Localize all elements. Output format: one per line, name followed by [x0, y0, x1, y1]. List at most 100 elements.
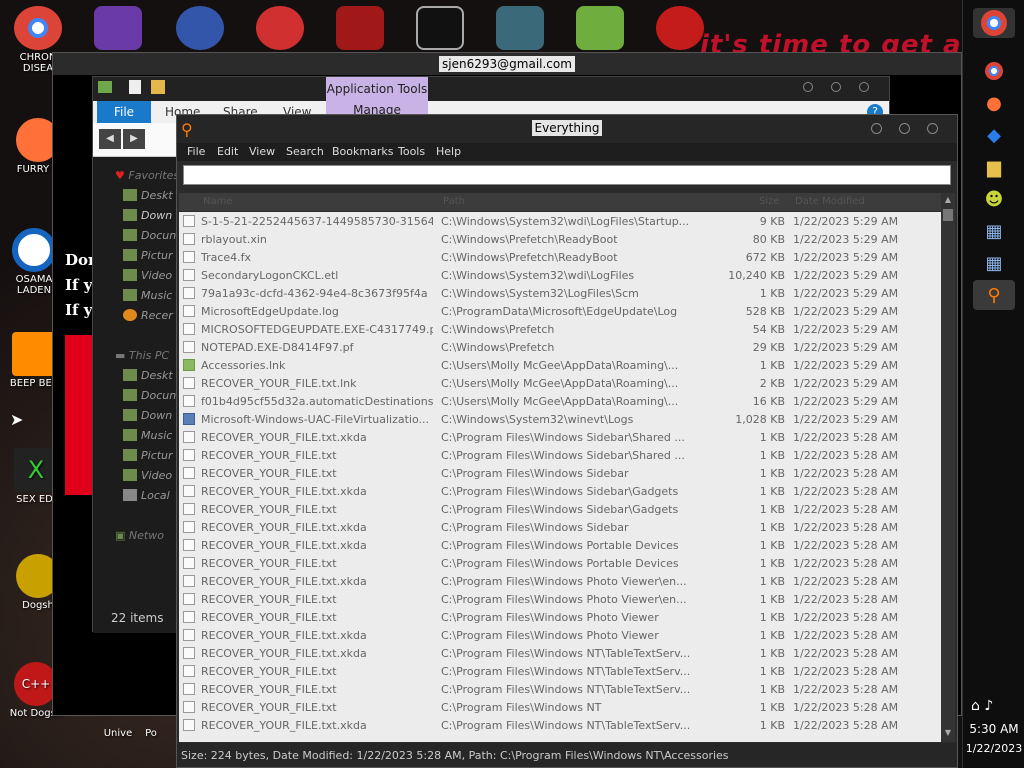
table-row[interactable]: RECOVER_YOUR_FILE.txt C:\Program Files\Wi…	[179, 500, 941, 518]
column-name[interactable]: Name	[203, 196, 233, 207]
table-row[interactable]: S-1-5-21-2252445637-1449585730-31564824.…	[179, 212, 941, 230]
volume-icon[interactable]: ♪	[984, 698, 993, 714]
nav-item-documents[interactable]: Docun	[123, 229, 176, 242]
tab-file[interactable]: File	[97, 101, 151, 123]
nav-item-local-disk[interactable]: Local	[123, 489, 170, 502]
table-row[interactable]: RECOVER_YOUR_FILE.txt C:\Program Files\Wi…	[179, 698, 941, 716]
forward-button[interactable]: ▶	[123, 129, 145, 149]
new-folder-icon[interactable]	[151, 80, 165, 94]
p-app-icon[interactable]	[256, 6, 304, 50]
network-icon[interactable]: ▦	[979, 216, 1009, 246]
table-row[interactable]: RECOVER_YOUR_FILE.txt.xkda C:\Program Fil…	[179, 716, 941, 734]
table-row[interactable]: rblayout.xin C:\Windows\Prefetch\ReadyBoo…	[179, 230, 941, 248]
cmd-icon[interactable]	[416, 6, 464, 50]
nav-item-downloads[interactable]: Down	[123, 409, 172, 422]
explorer-titlebar[interactable]	[93, 77, 889, 99]
menu-edit[interactable]: Edit	[217, 145, 238, 158]
red-emblem-icon[interactable]	[336, 6, 384, 50]
clock-date[interactable]: 1/22/2023	[963, 742, 1024, 755]
nav-item-music[interactable]: Music	[123, 289, 172, 302]
nav-item-desktop[interactable]: Deskt	[123, 189, 173, 202]
nav-this-pc[interactable]: ▬ This PC	[115, 349, 169, 362]
table-row[interactable]: RECOVER_YOUR_FILE.txt.xkda C:\Program Fil…	[179, 626, 941, 644]
outer-window-titlebar[interactable]: sjen6293@gmail.com	[53, 53, 961, 75]
game-icon[interactable]	[496, 6, 544, 50]
nav-item-downloads[interactable]: Down	[123, 209, 172, 222]
column-size[interactable]: Size	[759, 196, 780, 207]
vertical-scrollbar[interactable]: ▲ ▼	[941, 193, 955, 742]
close-button[interactable]	[927, 123, 938, 134]
network-tray-icon[interactable]: ⌂	[971, 698, 980, 714]
nav-item-pictures[interactable]: Pictur	[123, 449, 173, 462]
nav-item-recent[interactable]: Recer	[123, 309, 173, 322]
network-icon[interactable]: ▦	[979, 248, 1009, 278]
desktop-icon-po[interactable]: Po	[136, 728, 166, 739]
nav-item-music[interactable]: Music	[123, 429, 172, 442]
close-button[interactable]	[859, 82, 869, 92]
table-row[interactable]: MicrosoftEdgeUpdate.log C:\ProgramData\Mi…	[179, 302, 941, 320]
folder-icon[interactable]: ▆	[979, 152, 1009, 182]
edge-icon[interactable]: ◆	[979, 120, 1009, 150]
maximize-button[interactable]	[899, 123, 910, 134]
green-app-icon[interactable]: ☻	[979, 184, 1009, 214]
table-row[interactable]: RECOVER_YOUR_FILE.txt.xkda C:\Program Fil…	[179, 536, 941, 554]
table-row[interactable]: NOTEPAD.EXE-D8414F97.pf C:\Windows\Prefet…	[179, 338, 941, 356]
table-row[interactable]: 79a1a93c-dcfd-4362-94e4-8c3673f95f4a C:\W…	[179, 284, 941, 302]
table-row[interactable]: RECOVER_YOUR_FILE.txt C:\Program Files\Wi…	[179, 464, 941, 482]
menu-file[interactable]: File	[187, 145, 205, 158]
nav-item-pictures[interactable]: Pictur	[123, 249, 173, 262]
minimize-button[interactable]	[871, 123, 882, 134]
table-row[interactable]: RECOVER_YOUR_FILE.txt.xkda C:\Program Fil…	[179, 518, 941, 536]
clock-time[interactable]: 5:30 AM	[963, 722, 1024, 736]
maximize-button[interactable]	[831, 82, 841, 92]
everything-icon[interactable]: ⚲	[973, 280, 1015, 310]
menu-search[interactable]: Search	[286, 145, 324, 158]
search-input[interactable]	[183, 165, 951, 185]
table-row[interactable]: MICROSOFTEDGEUPDATE.EXE-C4317749.pf C:\Wi…	[179, 320, 941, 338]
table-row[interactable]: RECOVER_YOUR_FILE.txt C:\Program Files\Wi…	[179, 554, 941, 572]
menu-help[interactable]: Help	[436, 145, 461, 158]
table-row[interactable]: RECOVER_YOUR_FILE.txt.xkda C:\Program Fil…	[179, 482, 941, 500]
back-button[interactable]: ◀	[99, 129, 121, 149]
scroll-thumb[interactable]	[943, 209, 953, 221]
table-row[interactable]: RECOVER_YOUR_FILE.txt C:\Program Files\Wi…	[179, 590, 941, 608]
scroll-down-button[interactable]: ▼	[943, 728, 953, 740]
table-row[interactable]: Accessories.lnk C:\Users\Molly McGee\AppD…	[179, 356, 941, 374]
menu-tools[interactable]: Tools	[398, 145, 425, 158]
menu-view[interactable]: View	[249, 145, 275, 158]
chrome-icon[interactable]	[979, 56, 1009, 86]
folder-icon[interactable]	[576, 6, 624, 50]
everything-titlebar[interactable]: ⚲ Everything	[177, 115, 957, 143]
app-2-icon[interactable]	[176, 6, 224, 50]
nav-item-videos[interactable]: Video	[123, 269, 172, 282]
table-row[interactable]: RECOVER_YOUR_FILE.txt.xkda C:\Program Fil…	[179, 428, 941, 446]
nav-favorites[interactable]: ♥ Favorites	[115, 169, 179, 182]
table-row[interactable]: RECOVER_YOUR_FILE.txt.xkda C:\Program Fil…	[179, 644, 941, 662]
c-app-icon[interactable]	[656, 6, 704, 50]
column-date[interactable]: Date Modified	[795, 196, 865, 207]
table-row[interactable]: RECOVER_YOUR_FILE.txt.xkda C:\Program Fil…	[179, 572, 941, 590]
table-row[interactable]: RECOVER_YOUR_FILE.txt C:\Program Files\Wi…	[179, 608, 941, 626]
table-row[interactable]: RECOVER_YOUR_FILE.txt C:\Program Files\Wi…	[179, 446, 941, 464]
column-path[interactable]: Path	[443, 196, 465, 207]
nav-item-documents[interactable]: Docun	[123, 389, 176, 402]
table-row[interactable]: f01b4d95cf55d32a.automaticDestinations..…	[179, 392, 941, 410]
firefox-icon[interactable]: ●	[979, 88, 1009, 118]
chrome-icon[interactable]	[973, 8, 1015, 38]
properties-icon[interactable]	[129, 80, 141, 94]
visual-studio-icon[interactable]	[94, 6, 142, 50]
table-row[interactable]: RECOVER_YOUR_FILE.txt C:\Program Files\Wi…	[179, 662, 941, 680]
nav-network[interactable]: ▣ Netwo	[115, 529, 164, 542]
scroll-up-button[interactable]: ▲	[943, 195, 953, 207]
nav-item-desktop[interactable]: Deskt	[123, 369, 173, 382]
table-row[interactable]: SecondaryLogonCKCL.etl C:\Windows\System3…	[179, 266, 941, 284]
menu-bookmarks[interactable]: Bookmarks	[332, 145, 393, 158]
nav-item-videos[interactable]: Video	[123, 469, 172, 482]
table-row[interactable]: Microsoft-Windows-UAC-FileVirtualizatio.…	[179, 410, 941, 428]
minimize-button[interactable]	[803, 82, 813, 92]
table-row[interactable]: RECOVER_YOUR_FILE.txt C:\Program Files\Wi…	[179, 680, 941, 698]
table-row[interactable]: Trace4.fx C:\Windows\Prefetch\ReadyBoot 67…	[179, 248, 941, 266]
table-row[interactable]: RECOVER_YOUR_FILE.txt.lnk C:\Users\Molly …	[179, 374, 941, 392]
results-list[interactable]: S-1-5-21-2252445637-1449585730-31564824.…	[179, 212, 941, 742]
tray-icons[interactable]: ⌂ ♪	[971, 698, 993, 714]
